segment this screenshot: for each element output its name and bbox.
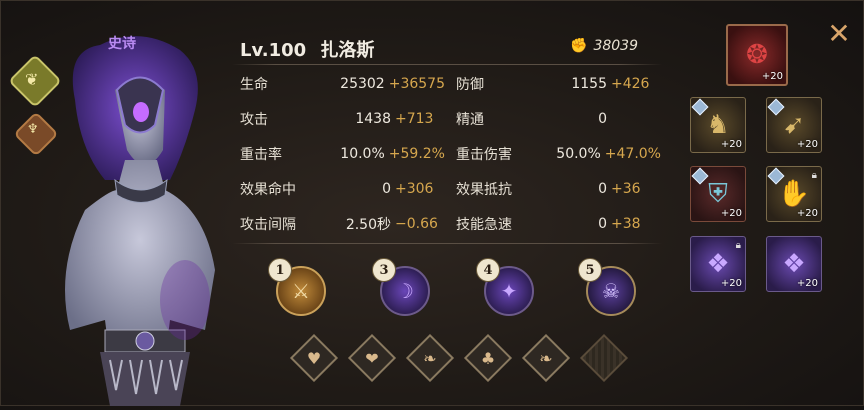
heart-hand-icon: ❤ bbox=[365, 348, 379, 368]
equip-helm[interactable]: ♞ +20 bbox=[690, 97, 746, 153]
crossed-swords-icon: ⚔ bbox=[292, 279, 310, 303]
hero-title: Lv.100 扎洛斯 bbox=[240, 36, 374, 62]
equip-crystal-1[interactable]: 🔒︎ ❖ +20 bbox=[690, 236, 746, 292]
wing-icon: ❦ bbox=[25, 70, 39, 89]
power-value: 38039 bbox=[593, 38, 638, 54]
equip-weapon[interactable]: ➹ +20 bbox=[766, 97, 822, 153]
leaf-plus-icon: ❧ bbox=[423, 348, 437, 368]
stat-hp: 生命 25302 +36575 bbox=[240, 76, 445, 93]
stat-crit-damage: 重击伤害 50.0% +47.0% bbox=[456, 146, 661, 163]
stats-divider bbox=[232, 243, 662, 244]
equip-gauntlet[interactable]: 🔒︎ ✋ +20 bbox=[766, 166, 822, 222]
skill-5[interactable]: 5 ☠ bbox=[578, 258, 636, 316]
equip-main-artifact[interactable]: ❂ +20 bbox=[726, 24, 788, 86]
heart-icon: ♥ bbox=[306, 348, 322, 368]
title-divider bbox=[232, 64, 662, 65]
demon-face-icon: ☠ bbox=[602, 279, 620, 303]
gift-bag-icon: ♣ bbox=[480, 348, 496, 368]
hero-name: 扎洛斯 bbox=[320, 40, 375, 61]
leaf-plus-icon: ❧ bbox=[539, 348, 553, 368]
shadow-beast-icon: ☽ bbox=[396, 279, 414, 303]
stat-attack-interval: 攻击间隔 2.50秒 −0.66 bbox=[240, 216, 438, 233]
stat-effect-resist: 效果抵抗 0 +36 bbox=[456, 181, 641, 198]
combat-power: ✊ 38039 bbox=[570, 38, 638, 54]
stat-attack: 攻击 1438 +713 bbox=[240, 111, 434, 128]
shadow-flame-icon: ✦ bbox=[500, 279, 518, 303]
hero-portrait bbox=[55, 30, 225, 406]
equip-crystal-2[interactable]: ❖ +20 bbox=[766, 236, 822, 292]
fist-icon: ✊ bbox=[570, 38, 588, 54]
stat-crit-rate: 重击率 10.0% +59.2% bbox=[240, 146, 445, 163]
stat-defense: 防御 1155 +426 bbox=[456, 76, 650, 93]
stat-skill-haste: 技能急速 0 +38 bbox=[456, 216, 641, 233]
hero-level: Lv.100 bbox=[240, 40, 307, 61]
skill-1[interactable]: 1 ⚔ bbox=[268, 258, 326, 316]
stat-mastery: 精通 0 bbox=[456, 111, 607, 128]
skill-4[interactable]: 4 ✦ bbox=[476, 258, 534, 316]
skill-3[interactable]: 3 ☽ bbox=[372, 258, 430, 316]
close-icon[interactable]: ✕ bbox=[824, 17, 854, 50]
stat-effect-hit: 效果命中 0 +306 bbox=[240, 181, 434, 198]
demon-icon: ♆ bbox=[27, 122, 39, 137]
rarity-label: 史诗 bbox=[108, 36, 136, 52]
equip-armor[interactable]: ⛨ +20 bbox=[690, 166, 746, 222]
